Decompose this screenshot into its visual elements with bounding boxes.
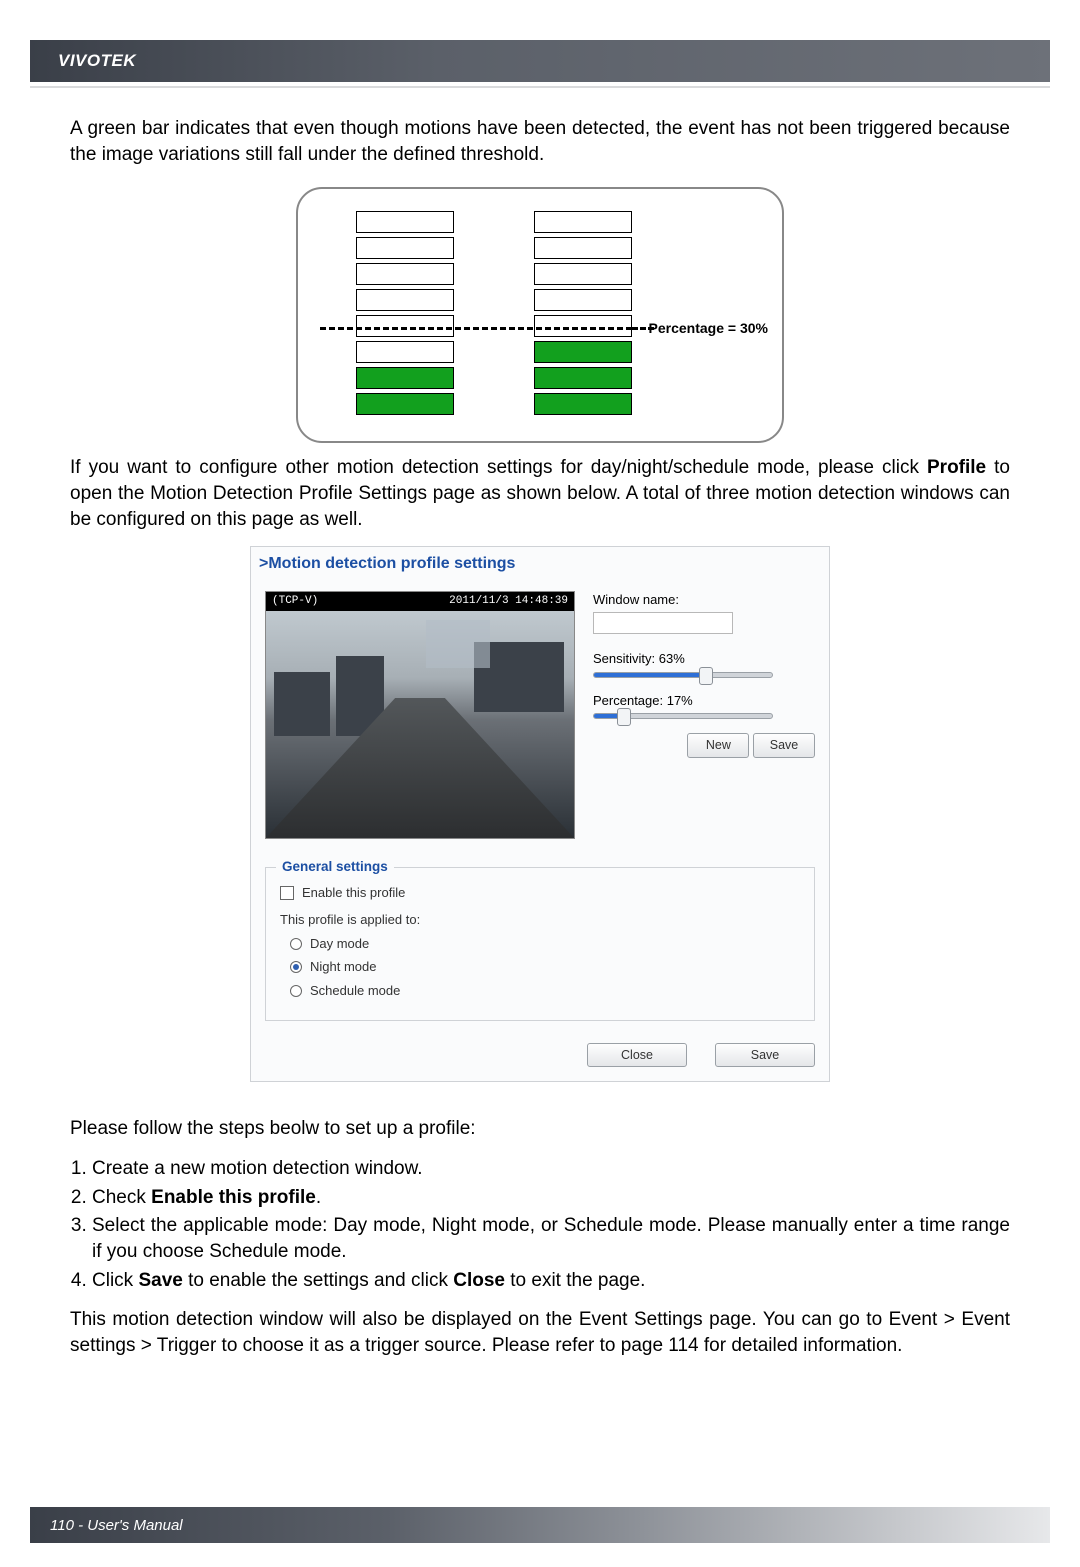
save-keyword: Save <box>138 1270 182 1291</box>
threshold-diagram: Percentage = 30% <box>70 187 1010 443</box>
sensitivity-slider[interactable] <box>593 672 773 678</box>
percentage-slider[interactable] <box>593 713 773 719</box>
page-footer: 110 - User's Manual <box>30 1507 1050 1543</box>
enable-keyword: Enable this profile <box>151 1187 316 1208</box>
schedule-mode-label: Schedule mode <box>310 982 400 1000</box>
intro-paragraph-2: If you want to configure other motion de… <box>70 455 1010 532</box>
profile-settings-panel: >Motion detection profile settings (TCP-… <box>250 546 830 1082</box>
save-footer-button[interactable]: Save <box>715 1043 815 1068</box>
close-button[interactable]: Close <box>587 1043 687 1068</box>
threshold-line <box>320 327 632 330</box>
steps-intro: Please follow the steps beolw to set up … <box>70 1116 1010 1142</box>
threshold-label: Percentage = 30% <box>649 319 768 338</box>
intro2-pre: If you want to configure other motion de… <box>70 457 927 478</box>
panel-title: >Motion detection profile settings <box>251 547 829 581</box>
list-item: Check Enable this profile. <box>92 1185 1010 1211</box>
closing-paragraph: This motion detection window will also b… <box>70 1307 1010 1358</box>
list-item: Create a new motion detection window. <box>92 1156 1010 1182</box>
night-mode-radio[interactable] <box>290 961 302 973</box>
save-button[interactable]: Save <box>753 733 815 758</box>
side-controls: Window name: Sensitivity: 63% Percentage… <box>593 591 815 839</box>
percentage-label: Percentage: 17% <box>593 692 815 710</box>
list-item: Click Save to enable the settings and cl… <box>92 1268 1010 1294</box>
header-rule <box>30 86 1050 88</box>
enable-profile-label: Enable this profile <box>302 884 405 902</box>
fieldset-legend: General settings <box>276 858 394 876</box>
day-mode-radio[interactable] <box>290 938 302 950</box>
new-button[interactable]: New <box>687 733 749 758</box>
slider-thumb-icon[interactable] <box>617 708 631 726</box>
intro-paragraph-1: A green bar indicates that even though m… <box>70 116 1010 167</box>
bar-column-2 <box>534 211 632 419</box>
close-keyword: Close <box>453 1270 505 1291</box>
applied-to-label: This profile is applied to: <box>280 911 420 929</box>
list-item: Select the applicable mode: Day mode, Ni… <box>92 1213 1010 1264</box>
slider-thumb-icon[interactable] <box>699 667 713 685</box>
camera-preview: (TCP-V) 2011/11/3 14:48:39 <box>265 591 575 839</box>
enable-profile-checkbox[interactable] <box>280 886 294 900</box>
preview-timestamp: 2011/11/3 14:48:39 <box>449 594 568 609</box>
general-settings-fieldset: General settings Enable this profile Thi… <box>265 867 815 1021</box>
window-name-label: Window name: <box>593 591 815 609</box>
page-header: VIVOTEK <box>30 40 1050 82</box>
profile-keyword: Profile <box>927 457 986 478</box>
window-name-input[interactable] <box>593 612 733 634</box>
schedule-mode-radio[interactable] <box>290 985 302 997</box>
night-mode-label: Night mode <box>310 958 376 976</box>
preview-source: (TCP-V) <box>272 594 318 609</box>
steps-list: Create a new motion detection window. Ch… <box>70 1156 1010 1293</box>
brand-label: VIVOTEK <box>58 51 136 71</box>
day-mode-label: Day mode <box>310 935 369 953</box>
bar-column-1 <box>356 211 454 419</box>
sensitivity-label: Sensitivity: 63% <box>593 650 815 668</box>
footer-label: 110 - User's Manual <box>50 1517 183 1534</box>
